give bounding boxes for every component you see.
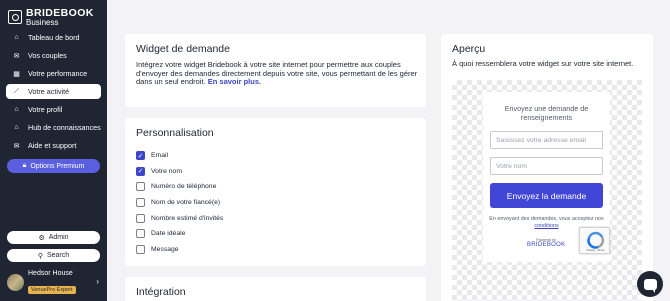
sidebar-item-label: Hub de connaissances: [28, 123, 101, 132]
user-badge: VenuePro Expert: [28, 285, 76, 294]
checkbox-checked[interactable]: ✓: [136, 166, 145, 176]
widget-card-title: Widget de demande: [136, 43, 230, 55]
sidebar-item-help[interactable]: ✉ Aide et support: [6, 138, 101, 153]
calendar-icon: ▦: [13, 70, 20, 78]
option-phone[interactable]: Numéro de téléphone: [136, 179, 223, 195]
option-label: Numéro de téléphone: [151, 183, 217, 191]
sidebar-item-profile[interactable]: ⌂ Votre profil: [6, 102, 101, 117]
chat-launcher-button[interactable]: [637, 271, 663, 297]
option-name[interactable]: ✓ Votre nom: [136, 164, 223, 180]
personalisation-options: ✓ Email ✓ Votre nom Numéro de téléphone …: [136, 148, 223, 257]
profile-icon: ⌂: [14, 106, 19, 113]
personalisation-card: Personnalisation ✓ Email ✓ Votre nom Num…: [125, 118, 426, 266]
sidebar-item-label: Votre activité: [28, 87, 70, 96]
option-label: Email: [151, 152, 168, 160]
recaptcha-text: Privacy - Terms: [586, 249, 605, 252]
sidebar: BRIDEBOOK Business ⌂ Tableau de bord ✉ V…: [0, 0, 107, 301]
widget-request-card: Widget de demande Intégrez votre widget …: [125, 34, 426, 107]
avatar: [7, 273, 24, 291]
lock-icon: 🔒︎: [22, 162, 27, 169]
sidebar-item-label: Tableau de bord: [28, 33, 80, 42]
premium-label: Options Premium: [30, 162, 85, 170]
legal-text: En envoyant des demandes, vous acceptez …: [489, 216, 604, 222]
search-label: Search: [46, 252, 70, 259]
search-icon: ⚲: [37, 252, 43, 260]
mail-icon: ✉: [13, 52, 20, 60]
user-name: Hedsor House: [28, 269, 73, 277]
sidebar-item-label: Votre performance: [28, 69, 88, 78]
option-label: Message: [151, 245, 179, 253]
option-partner-name[interactable]: Nom de votre fiancé(e): [136, 195, 223, 211]
sidebar-item-performance[interactable]: ▦ Votre performance: [6, 66, 101, 81]
brand-subtitle: Business: [26, 17, 59, 27]
sidebar-item-label: Aide et support: [28, 141, 77, 150]
help-icon: ✉: [13, 142, 20, 150]
bridebook-logo-icon: [8, 10, 22, 25]
personalisation-title: Personnalisation: [136, 127, 214, 139]
preview-title: Aperçu: [452, 43, 486, 55]
sidebar-item-label: Vos couples: [28, 51, 67, 60]
integration-title: Intégration: [136, 286, 186, 298]
user-profile[interactable]: Hedsor House VenuePro Expert ›: [7, 269, 102, 294]
sidebar-item-couples[interactable]: ✉ Vos couples: [6, 48, 101, 63]
learn-more-link[interactable]: En savoir plus.: [208, 77, 261, 86]
widget-card-description: Intégrez votre widget Bridebook à votre …: [136, 60, 420, 87]
sidebar-nav: ⌂ Tableau de bord ✉ Vos couples ▦ Votre …: [6, 30, 101, 156]
chevron-right-icon: ›: [96, 277, 99, 286]
preview-subtitle: À quoi ressemblera votre widget sur votr…: [452, 59, 634, 68]
sidebar-item-activity[interactable]: ⟋ Votre activité: [6, 84, 101, 99]
option-guest-count[interactable]: Nombre estimé d'invités: [136, 210, 223, 226]
email-field[interactable]: Saisissez votre adresse email: [490, 131, 603, 149]
name-field[interactable]: Votre nom: [490, 157, 603, 175]
brand-logo[interactable]: BRIDEBOOK Business: [8, 8, 94, 27]
settings-icon: ⚙: [38, 234, 45, 242]
option-ideal-date[interactable]: Date idéale: [136, 226, 223, 242]
home-icon: ⌂: [14, 34, 19, 41]
widget-card-description-text: Intégrez votre widget Bridebook à votre …: [136, 60, 418, 86]
premium-options-button[interactable]: 🔒︎ Options Premium: [7, 159, 100, 173]
graduation-cap-icon: ⌂: [14, 124, 19, 131]
option-label: Votre nom: [151, 167, 182, 175]
brand-name: BRIDEBOOK: [26, 7, 94, 19]
widget-title: Envoyez une demande de renseignements: [504, 104, 589, 122]
option-message[interactable]: Message: [136, 242, 223, 258]
option-label: Nombre estimé d'invités: [151, 214, 224, 222]
option-label: Date idéale: [151, 230, 186, 238]
chart-icon: ⟋: [14, 87, 19, 95]
powered-by-brand: BRIDEBOOK: [527, 242, 566, 248]
integration-card: Intégration: [125, 277, 426, 301]
send-inquiry-button[interactable]: Envoyez la demande: [490, 183, 603, 208]
chat-icon: [643, 278, 657, 293]
checkbox[interactable]: [136, 182, 145, 192]
sidebar-item-dashboard[interactable]: ⌂ Tableau de bord: [6, 30, 101, 45]
checkbox[interactable]: [136, 213, 145, 223]
option-label: Nom de votre fiancé(e): [151, 199, 221, 207]
checkbox[interactable]: [136, 229, 145, 239]
checkbox-checked[interactable]: ✓: [136, 151, 145, 161]
option-email[interactable]: ✓ Email: [136, 148, 223, 164]
recaptcha-badge[interactable]: Privacy - Terms: [579, 227, 610, 254]
checkbox[interactable]: [136, 198, 145, 208]
checkbox[interactable]: [136, 244, 145, 254]
terms-link[interactable]: conditions: [534, 223, 558, 229]
sidebar-item-knowledge-hub[interactable]: ⌂ Hub de connaissances: [6, 120, 101, 135]
admin-button[interactable]: ⚙ Admin: [7, 231, 100, 244]
admin-label: Admin: [48, 234, 69, 241]
powered-by: Powered by BRIDEBOOK: [527, 238, 565, 248]
sidebar-item-label: Votre profil: [28, 105, 63, 114]
search-button[interactable]: ⚲ Search: [7, 249, 100, 262]
